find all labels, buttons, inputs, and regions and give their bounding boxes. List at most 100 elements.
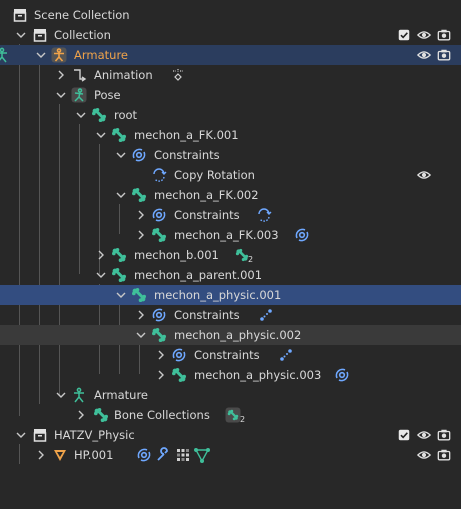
bone-collections-icon	[93, 407, 109, 423]
chevron-down-icon[interactable]	[74, 108, 88, 122]
bone-icon	[111, 127, 127, 143]
camera-icon[interactable]	[436, 47, 452, 63]
bone-icon	[111, 247, 127, 263]
chevron-down-icon[interactable]	[14, 428, 28, 442]
row-label: HATZV_Physic	[54, 428, 135, 442]
bone-collections-badge: 2	[225, 407, 246, 424]
outliner-row-bone[interactable]: mechon_a_parent.001	[0, 265, 461, 285]
constraint-icon	[131, 147, 147, 163]
outliner-row-collection[interactable]: HATZV_Physic	[0, 425, 461, 445]
constraint-icon	[171, 347, 187, 363]
outliner-row-bone[interactable]: mechon_a_FK.002	[0, 185, 461, 205]
eye-icon[interactable]	[416, 27, 432, 43]
pose-icon	[71, 87, 87, 103]
damped-track-icon	[258, 307, 274, 323]
row-label: Constraints	[194, 348, 260, 362]
row-label: Pose	[94, 88, 121, 102]
row-label: mechon_b.001	[134, 248, 219, 262]
row-label: Constraints	[174, 308, 240, 322]
chevron-right-icon[interactable]	[34, 448, 48, 462]
chevron-down-icon[interactable]	[94, 268, 108, 282]
armature-data-icon	[71, 387, 87, 403]
outliner-row-pose[interactable]: Pose	[0, 85, 461, 105]
chevron-right-icon[interactable]	[154, 368, 168, 382]
outliner-row-bone[interactable]: mechon_a_FK.001	[0, 125, 461, 145]
outliner-row-armature-object[interactable]: Armature	[0, 45, 461, 65]
outliner-row-animation[interactable]: Animation	[0, 65, 461, 85]
chevron-right-icon[interactable]	[94, 248, 108, 262]
bone-icon	[235, 248, 249, 262]
copy-rotation-icon	[256, 207, 272, 223]
bone-icon	[111, 267, 127, 283]
row-label: mechon_a_physic.001	[154, 288, 282, 302]
exclude-checkbox-icon[interactable]	[396, 427, 412, 443]
wrench-icon	[155, 447, 171, 463]
row-label: mechon_a_FK.001	[134, 128, 239, 142]
bone-icon	[171, 367, 187, 383]
row-label: Collection	[54, 28, 111, 42]
eye-icon[interactable]	[416, 47, 432, 63]
chevron-down-icon[interactable]	[94, 128, 108, 142]
outliner-row-copy-rotation[interactable]: Copy Rotation	[0, 165, 461, 185]
camera-icon[interactable]	[436, 27, 452, 43]
collection-icon	[12, 7, 28, 23]
row-label: mechon_a_parent.001	[134, 268, 263, 282]
chevron-down-icon[interactable]	[114, 188, 128, 202]
row-label: Constraints	[154, 148, 220, 162]
outliner-row-armature-data[interactable]: Armature	[0, 385, 461, 405]
row-label: Scene Collection	[34, 8, 130, 22]
row-label: Armature	[94, 388, 148, 402]
outliner-row-constraints[interactable]: Constraints	[0, 145, 461, 165]
camera-icon[interactable]	[436, 447, 452, 463]
chevron-right-icon[interactable]	[134, 308, 148, 322]
outliner-row-bone-collections[interactable]: Bone Collections 2	[0, 405, 461, 425]
camera-icon[interactable]	[436, 427, 452, 443]
outliner-row-scene-collection[interactable]: Scene Collection	[0, 5, 461, 25]
collection-icon	[32, 427, 48, 443]
bone-collection-icon	[225, 407, 241, 423]
outliner-row-constraints[interactable]: Constraints	[0, 345, 461, 365]
constraint-icon	[334, 367, 350, 383]
exclude-checkbox-icon[interactable]	[396, 27, 412, 43]
constraint-icon	[151, 207, 167, 223]
outliner-row-bone[interactable]: mechon_b.001 2	[0, 245, 461, 265]
chevron-down-icon[interactable]	[54, 388, 68, 402]
outliner-row-constraints[interactable]: Constraints	[0, 305, 461, 325]
chevron-right-icon[interactable]	[54, 68, 68, 82]
row-label: mechon_a_physic.002	[174, 328, 302, 342]
eye-icon[interactable]	[416, 167, 432, 183]
chevron-down-icon[interactable]	[114, 288, 128, 302]
constraint-icon	[151, 307, 167, 323]
chevron-down-icon[interactable]	[34, 48, 48, 62]
outliner-row-bone[interactable]: mechon_a_physic.003	[0, 365, 461, 385]
chevron-down-icon[interactable]	[54, 88, 68, 102]
bone-icon	[151, 227, 167, 243]
collection-icon	[32, 27, 48, 43]
outliner-row-bone-root[interactable]: root	[0, 105, 461, 125]
vertex-groups-icon	[175, 447, 191, 463]
mesh-icon	[52, 447, 68, 463]
chevron-right-icon[interactable]	[74, 408, 88, 422]
eye-icon[interactable]	[416, 427, 432, 443]
outliner-row-bone[interactable]: mechon_a_physic.002	[0, 325, 461, 345]
chevron-right-icon[interactable]	[134, 228, 148, 242]
row-label: Bone Collections	[114, 408, 210, 422]
armature-object-icon	[51, 47, 67, 63]
chevron-down-icon[interactable]	[114, 148, 128, 162]
chevron-down-icon[interactable]	[14, 28, 28, 42]
row-label: mechon_a_FK.002	[154, 188, 259, 202]
eye-icon[interactable]	[416, 447, 432, 463]
chevron-right-icon[interactable]	[154, 348, 168, 362]
row-label: HP.001	[74, 448, 114, 462]
outliner-row-mesh-object[interactable]: HP.001	[0, 445, 461, 465]
outliner-row-collection[interactable]: Collection	[0, 25, 461, 45]
chevron-right-icon[interactable]	[134, 208, 148, 222]
badge-count: 2	[240, 414, 246, 424]
row-label: Copy Rotation	[174, 168, 255, 182]
bone-icon	[91, 107, 107, 123]
chevron-down-icon[interactable]	[134, 328, 148, 342]
mesh-data-icon	[194, 447, 210, 463]
outliner-row-bone-selected[interactable]: mechon_a_physic.001	[0, 285, 461, 305]
outliner-row-constraints[interactable]: Constraints	[0, 205, 461, 225]
outliner-row-bone[interactable]: mechon_a_FK.003	[0, 225, 461, 245]
